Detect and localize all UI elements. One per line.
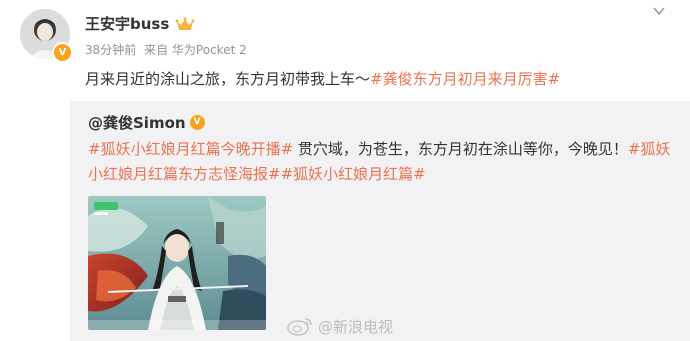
weibo-post: V 王安宇buss 38分钟前 来自 华为Pocket 2 月来月近的涂山之旅，… [0,0,690,341]
post-author: 王安宇buss [85,13,195,34]
verified-v-icon: V [52,42,73,63]
repost-author: @龚俊Simon V [88,112,205,133]
topic-link[interactable]: #狐妖小红娘月红篇# [281,165,426,183]
weibo-logo-icon [287,318,312,336]
repost-body: 贯穴域，为苍生，东方月初在涂山等你，今晚见！ [293,140,628,158]
repost-author-name[interactable]: @龚俊Simon [88,112,186,133]
post-time[interactable]: 38分钟前 [85,43,136,57]
repost-card[interactable]: @龚俊Simon V #狐妖小红娘月红篇今晚开播# 贯穴域，为苍生，东方月初在涂… [70,101,690,341]
post-meta: 38分钟前 来自 华为Pocket 2 [85,41,251,58]
topic-link[interactable]: #龚俊东方月初月来月厉害# [370,70,560,88]
author-name[interactable]: 王安宇buss [85,13,169,34]
verified-v-icon: V [189,115,205,130]
post-text: 月来月近的涂山之旅，东方月初带我上车～ [85,70,371,88]
author-avatar-wrap[interactable]: V [20,9,73,63]
repost-text: #狐妖小红娘月红篇今晚开播# 贯穴域，为苍生，东方月初在涂山等你，今晚见！ #狐妖… [88,137,684,187]
post-content: 月来月近的涂山之旅，东方月初带我上车～#龚俊东方月初月来月厉害# [85,68,560,89]
crown-icon [175,17,195,30]
poster-thumbnail[interactable] [88,196,266,330]
poster-image [88,196,266,330]
watermark: @新浪电视 [286,315,393,337]
post-source: 来自 华为Pocket 2 [144,43,247,57]
topic-link[interactable]: #狐妖小红娘月红篇今晚开播# [88,140,293,158]
watermark-text: @新浪电视 [318,317,394,336]
chevron-down-icon[interactable] [652,4,666,18]
